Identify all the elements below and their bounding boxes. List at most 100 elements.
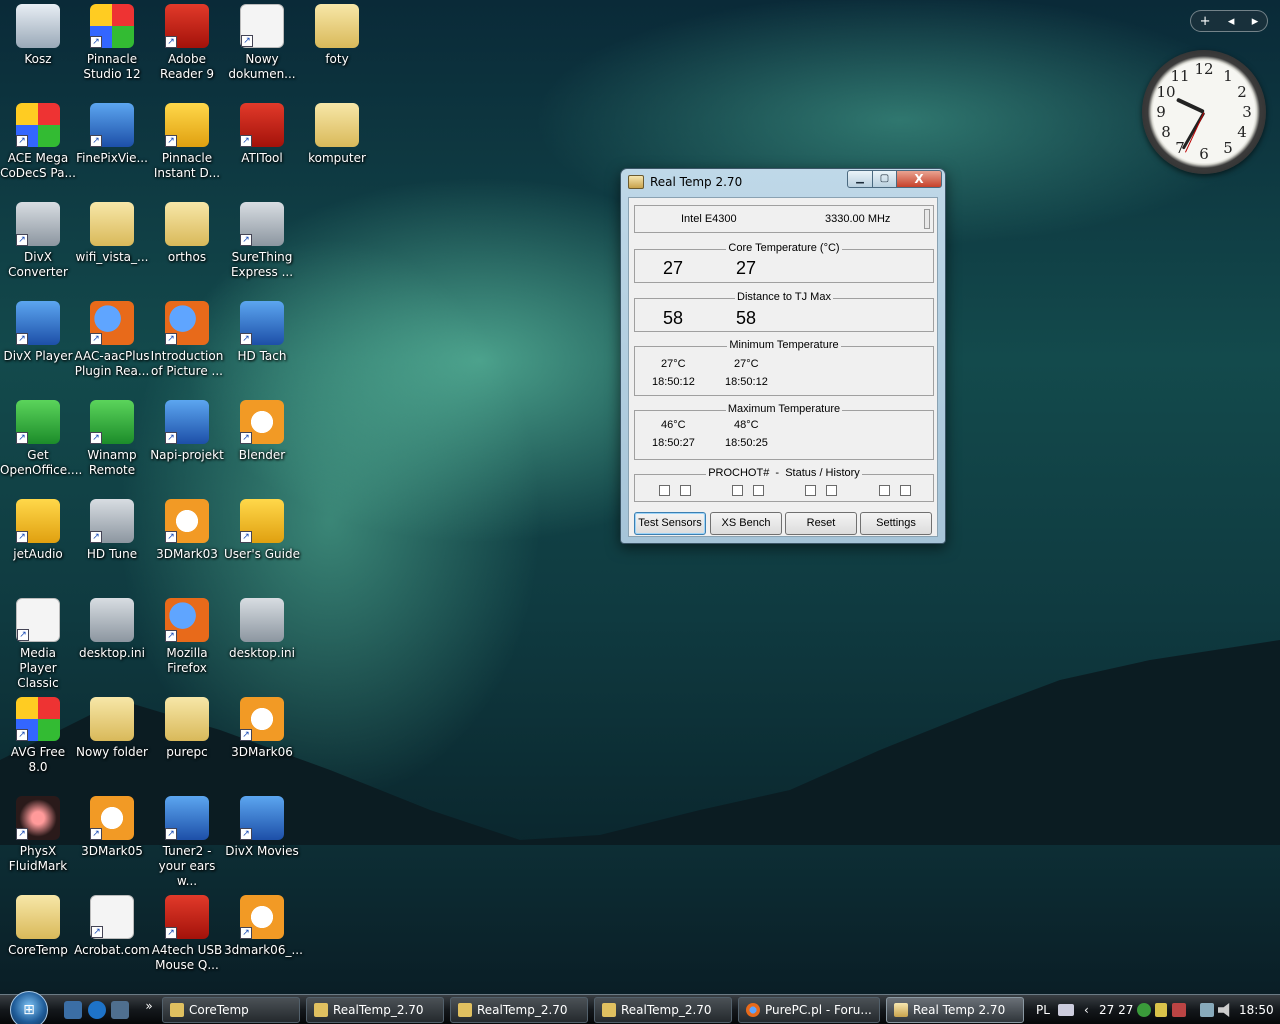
desktop-icon[interactable]: ↗ jetAudio	[0, 495, 76, 562]
quicklaunch-overflow-button[interactable]: »	[140, 997, 158, 1015]
desktop-icon[interactable]: ↗ Blender	[224, 396, 300, 463]
taskbar-item-coretemp[interactable]: CoreTemp	[162, 997, 300, 1023]
start-button[interactable]: ⊞	[10, 991, 48, 1024]
taskbar-item-label: CoreTemp	[189, 1003, 249, 1017]
realtemp-window[interactable]: Real Temp 2.70 ▁ ▢ X Intel E4300 3330.00…	[620, 168, 946, 544]
desktop-icon[interactable]: komputer	[299, 99, 375, 166]
prochot-history-checkbox	[753, 485, 764, 496]
3dmark-icon: ↗	[165, 499, 209, 543]
test-sensors-button[interactable]: Test Sensors	[634, 512, 706, 535]
shortcut-arrow-icon: ↗	[165, 135, 177, 147]
show-desktop-icon[interactable]	[64, 1001, 82, 1019]
desktop-icon[interactable]: desktop.ini	[74, 594, 150, 661]
volume-icon[interactable]	[1218, 1003, 1230, 1017]
desktop-icon[interactable]: ↗ Pinnacle Studio 12	[74, 0, 150, 82]
desktop-icon[interactable]: orthos	[149, 198, 225, 265]
blender-icon: ↗	[240, 400, 284, 444]
desktop-icon[interactable]: ↗ SureThing Express ...	[224, 198, 300, 280]
desktop-icon[interactable]: ↗ 3DMark03	[149, 495, 225, 562]
desktop-icon[interactable]: ↗ DivX Movies	[224, 792, 300, 859]
tray-app-icon[interactable]	[1172, 1003, 1186, 1017]
network-icon[interactable]	[1200, 1003, 1214, 1017]
tray-expand-button[interactable]: ‹	[1084, 995, 1089, 1024]
xs-bench-button[interactable]: XS Bench	[710, 512, 782, 535]
desktop-icon[interactable]: ↗ Pinnacle Instant D...	[149, 99, 225, 181]
desktop-icon[interactable]: Kosz	[0, 0, 76, 67]
core0-min-temp: 27°C	[661, 358, 686, 370]
clock-number: 6	[1199, 145, 1209, 163]
desktop-icon[interactable]: ↗ A4tech USB Mouse Q...	[149, 891, 225, 973]
window-client-area: Intel E4300 3330.00 MHz Core Temperature…	[628, 197, 938, 537]
taskbar-item-realtemp-folder[interactable]: RealTemp_2.70	[594, 997, 732, 1023]
shortcut-arrow-icon: ↗	[16, 234, 28, 246]
desktop-icon-label: desktop.ini	[79, 646, 145, 660]
desktop-icon[interactable]: ↗ Acrobat.com	[74, 891, 150, 958]
desktop-icon[interactable]: ↗ Media Player Classic	[0, 594, 76, 691]
desktop-icon[interactable]: ↗ Introduction of Picture ...	[149, 297, 225, 379]
desktop-icon[interactable]: ↗ User's Guide	[224, 495, 300, 562]
desktop-icon[interactable]: ↗ Get OpenOffice....	[0, 396, 82, 478]
desktop-icon[interactable]: ↗ 3DMark05	[74, 792, 150, 859]
taskbar-item-realtemp-app[interactable]: Real Temp 2.70	[886, 997, 1024, 1023]
desktop-icon[interactable]: ↗ PhysX FluidMark	[0, 792, 76, 874]
taskbar-item-label: RealTemp_2.70	[477, 1003, 568, 1017]
desktop-icon[interactable]: Nowy folder	[74, 693, 150, 760]
core-temperature-group: Core Temperature (°C) 27 27	[634, 242, 934, 283]
desktop-icon[interactable]: CoreTemp	[0, 891, 76, 958]
close-button[interactable]: X	[896, 170, 942, 188]
reset-button[interactable]: Reset	[785, 512, 857, 535]
add-gadget-button[interactable]: +	[1200, 14, 1211, 29]
desktop-icon[interactable]: ↗ ATITool	[224, 99, 300, 166]
desktop-icon[interactable]: ↗ FinePixVie...	[74, 99, 150, 166]
desktop-icon[interactable]: desktop.ini	[224, 594, 300, 661]
prev-gadget-button[interactable]: ◂	[1228, 14, 1235, 29]
desktop-icon[interactable]: ↗ Adobe Reader 9	[149, 0, 225, 82]
clock-number: 9	[1156, 103, 1166, 121]
desktop-icon[interactable]: foty	[299, 0, 375, 67]
desktop-icon[interactable]: ↗ HD Tach	[224, 297, 300, 364]
desktop-icon[interactable]: ↗ Mozilla Firefox	[149, 594, 225, 676]
prochot-status-checkbox	[805, 485, 816, 496]
desktop-icon[interactable]: ↗ ACE Mega CoDecS Pa...	[0, 99, 76, 181]
folder-icon	[315, 103, 359, 147]
settings-button[interactable]: Settings	[860, 512, 932, 535]
tray-temperature-readout[interactable]: 27 27	[1099, 995, 1133, 1024]
avg-icon: ↗	[16, 697, 60, 741]
taskbar-item-firefox[interactable]: PurePC.pl - Foru...	[738, 997, 880, 1023]
desktop-icon[interactable]: wifi_vista_...	[74, 198, 150, 265]
shortcut-arrow-icon: ↗	[90, 36, 102, 48]
desktop-icon[interactable]: ↗ 3DMark06	[224, 693, 300, 760]
keyboard-icon[interactable]	[1058, 1004, 1074, 1016]
desktop-icon[interactable]: ↗ 3dmark06_...	[224, 891, 303, 958]
desktop-icon[interactable]: ↗ Napi-projekt	[149, 396, 225, 463]
desktop-icon[interactable]: ↗ Winamp Remote	[74, 396, 150, 478]
network-users-icon[interactable]	[1137, 1003, 1151, 1017]
window-titlebar[interactable]: Real Temp 2.70 ▁ ▢ X	[621, 169, 945, 195]
core1-min-time: 18:50:12	[725, 376, 768, 388]
core0-temperature: 27	[663, 258, 684, 278]
desktop-icon[interactable]: ↗ Nowy dokumen...	[224, 0, 300, 82]
desktop-icon[interactable]: ↗ DivX Converter	[0, 198, 76, 280]
clock-gadget[interactable]: 12 1 2 3 4 5 6 7 8 9 10 11	[1142, 50, 1266, 174]
desktop-icon[interactable]: purepc	[149, 693, 225, 760]
internet-explorer-icon[interactable]	[88, 1001, 106, 1019]
desktop-icon[interactable]: ↗ DivX Player	[0, 297, 76, 364]
next-gadget-button[interactable]: ▸	[1252, 14, 1259, 29]
desktop-icon[interactable]: ↗ AAC-aacPlus Plugin Rea...	[74, 297, 150, 379]
desktop-icon[interactable]: ↗ HD Tune	[74, 495, 150, 562]
taskbar-item-realtemp-folder[interactable]: RealTemp_2.70	[306, 997, 444, 1023]
sidebar-gadget-controls[interactable]: + ◂ ▸	[1190, 10, 1268, 32]
desktop-icon[interactable]: ↗ AVG Free 8.0	[0, 693, 76, 775]
taskbar-item-realtemp-folder[interactable]: RealTemp_2.70	[450, 997, 588, 1023]
minimize-button[interactable]: ▁	[847, 170, 873, 188]
desktop-icon[interactable]: ↗ Tuner2 - your ears w...	[149, 792, 225, 889]
shortcut-arrow-icon: ↗	[241, 35, 253, 47]
maximize-button[interactable]: ▢	[872, 170, 897, 188]
switch-windows-icon[interactable]	[111, 1001, 129, 1019]
taskbar-clock[interactable]: 18:50	[1239, 995, 1274, 1024]
tray-app-icon[interactable]	[1155, 1003, 1167, 1017]
pinnacle-studio-icon: ↗	[90, 4, 134, 48]
maximum-temperature-label: Maximum Temperature	[725, 403, 843, 415]
desktop-icon-label: AAC-aacPlus Plugin Rea...	[74, 349, 150, 378]
language-indicator[interactable]: PL	[1036, 995, 1050, 1024]
